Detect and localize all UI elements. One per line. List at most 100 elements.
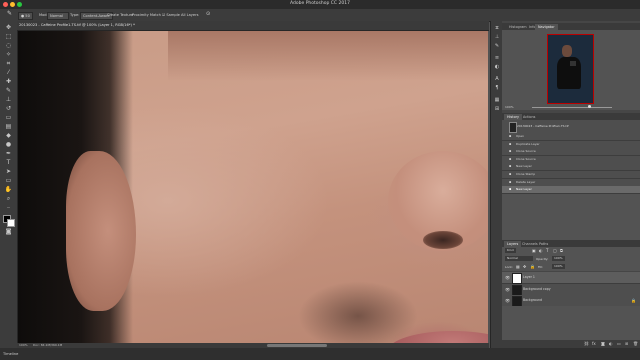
visibility-eye-icon[interactable]: 👁 <box>505 272 510 283</box>
adjustment-layer-icon[interactable]: ◐ <box>609 341 613 346</box>
lock-position-icon[interactable]: ✥ <box>523 264 526 269</box>
eraser-tool-icon[interactable]: ▭ <box>4 114 13 121</box>
history-step-icon: ▪ <box>509 164 512 169</box>
healing-brush-tool-icon[interactable]: ✚ <box>4 78 13 85</box>
lock-all-icon[interactable]: 🔒 <box>530 264 535 269</box>
history-brush-tool-icon[interactable]: ↺ <box>4 105 13 112</box>
right-panels: Histogram Info Navigator 100% History Ac… <box>502 21 640 348</box>
history-item-label: Duplicate Layer <box>516 141 540 146</box>
proximity-match-option[interactable]: Proximity Match <box>130 12 163 18</box>
layer-filter-row: Kind ▣ ◐ T ▢ ⧉ <box>502 247 640 255</box>
navigator-zoom-slider[interactable] <box>532 106 612 108</box>
pressure-size-icon[interactable]: ⊙ <box>204 11 212 17</box>
blur-tool-icon[interactable]: ◆ <box>4 132 13 139</box>
layer-thumbnail <box>512 284 522 296</box>
adjustments-panel-icon[interactable]: ◐ <box>494 64 500 70</box>
delete-layer-icon[interactable]: 🗑 <box>633 341 638 346</box>
history-step-icon: ▪ <box>509 179 512 184</box>
layer-kind-filter[interactable]: Kind <box>505 248 516 253</box>
character-panel-icon[interactable]: A <box>494 76 500 82</box>
lock-pixels-icon[interactable]: ▦ <box>516 264 520 269</box>
zoom-readout[interactable]: 100% <box>19 343 28 347</box>
crop-tool-icon[interactable]: ⌗ <box>4 60 13 67</box>
layer-name: Background copy <box>523 286 551 291</box>
thumbnail-head <box>562 45 572 57</box>
gradient-tool-icon[interactable]: ▤ <box>4 123 13 130</box>
snapshot-label: 20130023 - Caffeine Profile1.TS.tif <box>517 124 569 128</box>
navigator-thumbnail[interactable] <box>547 34 594 104</box>
document-tab-label: 20130023 - Caffeine Profile1.TS.tif @ 10… <box>19 23 135 27</box>
new-layer-icon[interactable]: ⊞ <box>625 341 628 346</box>
type-tool-icon[interactable]: T <box>4 159 13 166</box>
move-tool-icon[interactable]: ✥ <box>4 24 13 31</box>
history-panel-icon[interactable]: ⧖ <box>494 25 500 31</box>
layer-blend-mode-select[interactable]: Normal <box>505 256 533 261</box>
spot-healing-brush-icon[interactable]: ✎ <box>5 11 14 17</box>
document-canvas[interactable] <box>18 31 488 343</box>
pen-tool-icon[interactable]: ✒ <box>4 150 13 157</box>
brush-size-picker[interactable]: ● 50 <box>18 12 33 20</box>
doc-size-readout[interactable]: Doc: 84.1M/369.1M <box>33 343 62 347</box>
visibility-eye-icon[interactable]: 👁 <box>505 284 510 295</box>
timeline-bar: Timeline <box>0 348 640 360</box>
new-group-icon[interactable]: ▭ <box>617 341 621 346</box>
brush-presets-panel-icon[interactable]: ✎ <box>494 43 500 49</box>
filter-adjustment-icon[interactable]: ◐ <box>539 248 543 253</box>
history-step-icon: ▪ <box>509 187 512 192</box>
layer-lock-icon: 🔒 <box>631 298 636 303</box>
fill-value[interactable]: 100% <box>552 264 565 269</box>
sample-all-layers-checkbox[interactable]: ☑ Sample All Layers <box>160 12 200 18</box>
libraries-panel-icon[interactable]: ⊞ <box>494 106 500 112</box>
navigator-zoom-handle[interactable] <box>588 105 591 108</box>
dodge-tool-icon[interactable]: ● <box>4 141 13 148</box>
layer-name: Background <box>523 298 543 302</box>
hand-tool-icon[interactable]: ✋ <box>4 186 13 193</box>
history-snapshot[interactable]: 20130023 - Caffeine Profile1.TS.tif <box>502 120 640 134</box>
history-item-label: New Layer <box>516 187 532 192</box>
layer-row[interactable]: 👁 Background copy <box>502 283 640 296</box>
history-step-icon: ▪ <box>509 141 512 146</box>
horizontal-scrollbar[interactable] <box>267 344 327 347</box>
filter-shape-icon[interactable]: ▢ <box>553 248 557 253</box>
filter-type-icon[interactable]: T <box>546 248 548 253</box>
background-color-swatch[interactable] <box>7 219 15 227</box>
sample-all-layers-label: Sample All Layers <box>166 13 199 17</box>
more-tools-icon[interactable]: ··· <box>4 204 13 211</box>
quick-select-tool-icon[interactable]: ✧ <box>4 51 13 58</box>
layers-empty-area <box>502 306 640 340</box>
marquee-tool-icon[interactable]: ⬚ <box>4 33 13 40</box>
history-item-label: Clone Source <box>516 149 536 154</box>
clone-stamp-tool-icon[interactable]: ⊥ <box>4 96 13 103</box>
paragraph-panel-icon[interactable]: ¶ <box>494 85 500 91</box>
layer-lock-row: Lock: ▦ ✥ 🔒 Fill: 100% <box>502 263 640 271</box>
path-select-tool-icon[interactable]: ➤ <box>4 168 13 175</box>
mode-select[interactable]: Normal <box>47 12 69 20</box>
layer-row[interactable]: 👁 Layer 1 <box>502 272 640 284</box>
opacity-value[interactable]: 100% <box>552 256 565 261</box>
thumbnail-camera <box>570 61 576 66</box>
document-tab[interactable]: 20130023 - Caffeine Profile1.TS.tif @ 10… <box>17 21 489 31</box>
history-item[interactable]: ▪ New Layer <box>502 186 640 195</box>
properties-panel-icon[interactable]: ≡ <box>494 55 500 61</box>
zoom-tool-icon[interactable]: ⌕ <box>4 195 13 202</box>
swatches-panel-icon[interactable]: ▦ <box>494 97 500 103</box>
eyedropper-tool-icon[interactable]: ⁄ <box>4 69 13 76</box>
history-step-icon: ▪ <box>509 134 512 138</box>
lasso-tool-icon[interactable]: ◌ <box>4 42 13 49</box>
visibility-eye-icon[interactable]: 👁 <box>505 295 510 306</box>
timeline-label[interactable]: Timeline <box>3 352 18 356</box>
add-mask-icon[interactable]: ◙ <box>601 341 605 346</box>
shape-tool-icon[interactable]: ▭ <box>4 177 13 184</box>
stubble-region <box>298 281 418 343</box>
history-item-label: New Layer <box>516 164 532 169</box>
layer-style-icon[interactable]: fx <box>592 341 596 346</box>
brush-tool-icon[interactable]: ✎ <box>4 87 13 94</box>
eyelid-shading <box>168 31 488 81</box>
filter-pixel-icon[interactable]: ▣ <box>532 248 536 253</box>
quick-mask-icon[interactable]: ◙ <box>4 228 13 235</box>
history-item-label: Open <box>516 134 525 138</box>
link-layers-icon[interactable]: ⛓ <box>584 341 589 346</box>
clone-source-panel-icon[interactable]: ⊥ <box>494 34 500 40</box>
filter-smart-object-icon[interactable]: ⧉ <box>560 248 563 253</box>
opacity-label: Opacity: <box>536 257 549 261</box>
